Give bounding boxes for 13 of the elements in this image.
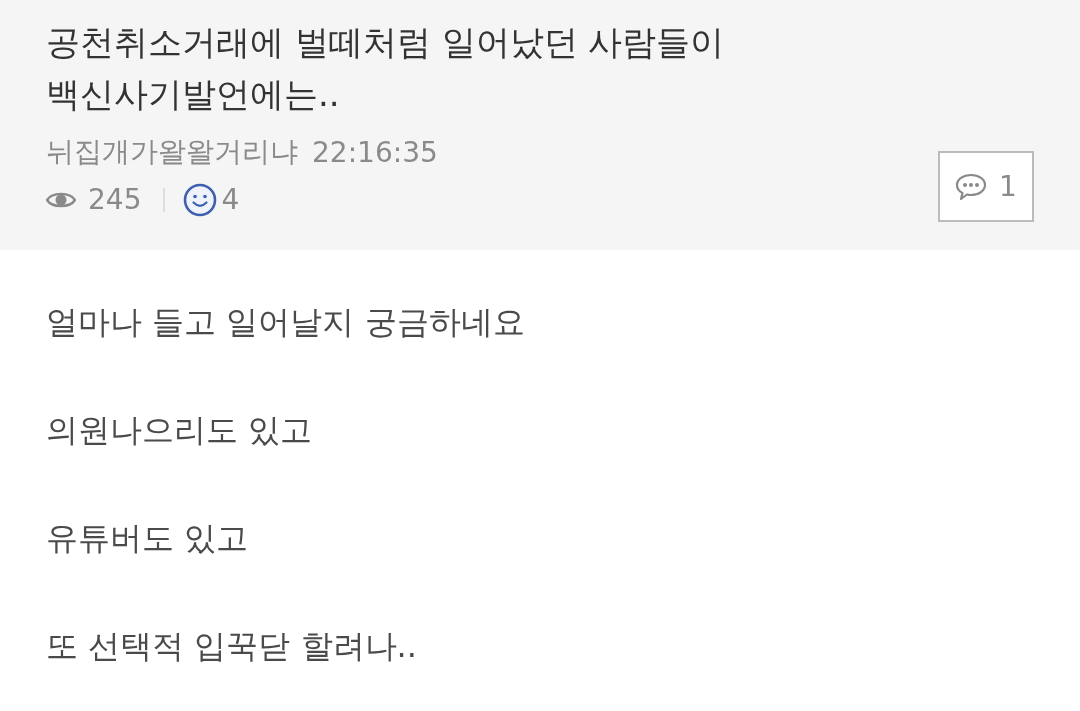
author-name[interactable]: 뉘집개가왈왈거리냐 bbox=[46, 133, 298, 171]
reaction-count: 4 bbox=[221, 183, 240, 217]
body-paragraph: 의원나으리도 있고 bbox=[46, 410, 313, 450]
eye-icon bbox=[46, 190, 76, 210]
speech-bubble-icon bbox=[955, 172, 988, 201]
body-paragraph: 또 선택적 입꾹닫 할려나.. bbox=[46, 626, 417, 666]
comment-button[interactable]: 1 bbox=[938, 151, 1034, 222]
post-time: 22:16:35 bbox=[312, 135, 438, 169]
post-title: 공천취소거래에 벌떼처럼 일어났던 사람들이 백신사기발언에는.. bbox=[46, 21, 726, 116]
body-paragraph: 유튜버도 있고 bbox=[46, 518, 249, 558]
view-count: 245 bbox=[88, 183, 142, 217]
smiley-icon[interactable] bbox=[183, 183, 218, 217]
body-paragraph: 얼마나 들고 일어날지 궁금하네요 bbox=[46, 302, 525, 342]
